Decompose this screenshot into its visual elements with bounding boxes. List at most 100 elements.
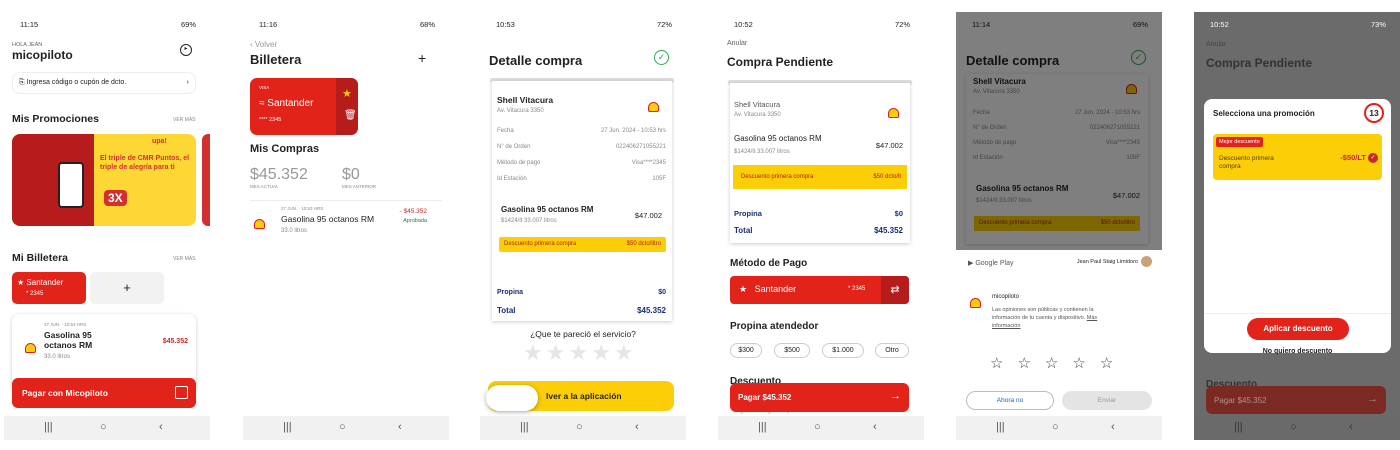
favorite-star-icon[interactable]: ★ bbox=[342, 87, 352, 100]
star-icon[interactable]: ☆ bbox=[1072, 354, 1085, 372]
receipt: Shell Vitacura Av. Vitacura 3350 Fecha 27… bbox=[492, 81, 672, 321]
check-circle-icon: ✓ bbox=[654, 50, 669, 65]
tip-label: Propina bbox=[497, 289, 524, 296]
wallet-card[interactable]: ★ Santander * 2345 bbox=[12, 272, 86, 304]
floating-toggle[interactable] bbox=[486, 385, 538, 411]
divider bbox=[250, 200, 442, 201]
overlay-scrim[interactable] bbox=[956, 12, 1162, 250]
shell-logo-icon bbox=[888, 105, 899, 123]
santander-card[interactable]: VISA ≈ Santander **** 2345 ★ 🗑 bbox=[250, 78, 358, 135]
promos-title: Mis Promociones bbox=[12, 113, 99, 125]
station-address: Av. Vitacura 3350 bbox=[497, 108, 544, 114]
product-price: $47.002 bbox=[634, 211, 662, 220]
payment-card[interactable]: ★ Santander * 2345 ⇄ bbox=[730, 276, 909, 304]
shell-logo-icon bbox=[254, 216, 265, 234]
coupon-input[interactable]: ⎘ Ingresa código o cupón de dcto. › bbox=[12, 72, 196, 94]
recent-apps-icon[interactable]: ||| bbox=[996, 421, 1005, 433]
card-number: * 2345 bbox=[26, 291, 44, 297]
home-icon[interactable]: ○ bbox=[339, 421, 346, 433]
home-icon[interactable]: ○ bbox=[100, 421, 107, 433]
tip-chip[interactable]: Otro bbox=[875, 343, 909, 358]
tip-value: $0 bbox=[658, 289, 666, 296]
cancel-link[interactable]: Anular bbox=[727, 40, 747, 47]
chevron-right-icon: › bbox=[186, 79, 189, 86]
product-price: $47.002 bbox=[875, 141, 903, 150]
amount-current: $45.352 bbox=[250, 166, 308, 183]
star-icon[interactable]: ☆ bbox=[1100, 354, 1113, 372]
promo-banner[interactable]: El triple de CMR Puntos, el triple de al… bbox=[12, 134, 196, 226]
promos-see-more[interactable]: VER MÁS bbox=[173, 117, 196, 123]
apply-discount-button[interactable]: Aplicar descuento bbox=[1247, 318, 1349, 340]
pay-button[interactable]: Pagar $45.352 → bbox=[1206, 386, 1386, 414]
back-icon[interactable]: ‹ bbox=[159, 421, 163, 433]
home-icon[interactable]: ○ bbox=[1290, 421, 1297, 433]
star-icon[interactable]: ★ bbox=[591, 340, 611, 366]
trash-icon[interactable]: 🗑 bbox=[344, 110, 357, 121]
back-icon[interactable]: ‹ bbox=[398, 421, 402, 433]
pay-button[interactable]: Pagar con Micopiloto bbox=[12, 378, 196, 408]
recent-apps-icon[interactable]: ||| bbox=[1234, 421, 1243, 433]
tip-chip[interactable]: $1.000 bbox=[822, 343, 864, 358]
label-current: MES ACTUAL bbox=[250, 184, 279, 189]
app-name: micopiloto bbox=[992, 294, 1020, 300]
transaction-row[interactable]: 27 JUN. · 10:53 HRS Gasolina 95 octanos … bbox=[243, 202, 449, 242]
nav-bar: ||| ○ ‹ bbox=[718, 416, 924, 440]
recent-apps-icon[interactable]: ||| bbox=[283, 421, 292, 433]
station-name: Shell Vitacura bbox=[734, 100, 781, 109]
screen-pending-purchase: 10:52 72% Anular Compra Pendiente Shell V… bbox=[718, 12, 924, 440]
card-number: * 2345 bbox=[848, 286, 866, 292]
settings-icon[interactable]: ▸ bbox=[180, 44, 192, 56]
user-avatar bbox=[1141, 256, 1152, 267]
card-bank: ★ Santander bbox=[17, 278, 64, 287]
row-label-payment: Método de pago bbox=[497, 160, 541, 166]
star-icon[interactable]: ★ bbox=[523, 340, 543, 366]
recent-apps-icon[interactable]: ||| bbox=[44, 421, 53, 433]
discount-banner: Descuento primera compra$50 dcto/litro bbox=[499, 237, 666, 252]
home-icon[interactable]: ○ bbox=[1052, 421, 1059, 433]
rating-stars[interactable]: ☆ ☆ ☆ ☆ ☆ bbox=[990, 354, 1127, 373]
star-icon[interactable]: ★ bbox=[614, 340, 634, 366]
send-button[interactable]: Enviar bbox=[1062, 391, 1152, 410]
star-icon[interactable]: ★ bbox=[568, 340, 588, 366]
receipt: Shell Vitacura Av. Vitacura 3350 Gasolin… bbox=[730, 83, 910, 243]
total-value: $45.352 bbox=[637, 306, 666, 315]
back-link[interactable]: ‹ Volver bbox=[250, 40, 277, 49]
not-now-button[interactable]: Ahora no bbox=[966, 391, 1054, 410]
back-icon[interactable]: ‹ bbox=[1349, 421, 1353, 433]
cancel-link[interactable]: Anular bbox=[1206, 41, 1226, 48]
user-name: Jean Paul Staig Limidoro bbox=[1076, 259, 1138, 265]
rating-stars[interactable]: ★ ★ ★ ★ ★ bbox=[523, 340, 637, 366]
add-card-button[interactable]: + bbox=[90, 272, 164, 304]
recent-apps-icon[interactable]: ||| bbox=[758, 421, 767, 433]
recent-apps-icon[interactable]: ||| bbox=[520, 421, 529, 433]
home-icon[interactable]: ○ bbox=[814, 421, 821, 433]
back-icon[interactable]: ‹ bbox=[635, 421, 639, 433]
promotion-option[interactable]: Mejor descuento Descuento primera compra… bbox=[1213, 134, 1382, 180]
back-icon[interactable]: ‹ bbox=[873, 421, 877, 433]
row-value-payment: Visa****2345 bbox=[631, 160, 666, 166]
star-icon[interactable]: ☆ bbox=[1017, 354, 1030, 372]
star-icon[interactable]: ★ bbox=[546, 340, 566, 366]
review-notice: Las opiniones son públicas y contienen l… bbox=[992, 307, 1098, 329]
no-discount-link[interactable]: No quiero descuento bbox=[1204, 348, 1391, 355]
add-icon[interactable]: + bbox=[418, 50, 426, 66]
tip-chip[interactable]: $300 bbox=[730, 343, 762, 358]
star-icon[interactable]: ☆ bbox=[990, 354, 1003, 372]
tx-title: Gasolina 95 octanos RM bbox=[281, 214, 375, 224]
home-icon[interactable]: ○ bbox=[576, 421, 583, 433]
wallet-see-more[interactable]: VER MÁS bbox=[173, 256, 196, 262]
pay-button[interactable]: Pagar $45.352 → bbox=[730, 383, 909, 412]
page-title: Compra Pendiente bbox=[1206, 56, 1313, 70]
promo-name: Descuento primera compra bbox=[1219, 155, 1274, 170]
promo-banner-next[interactable] bbox=[202, 134, 210, 226]
arrow-right-icon: → bbox=[1367, 393, 1378, 405]
back-icon[interactable]: ‹ bbox=[1111, 421, 1115, 433]
star-icon[interactable]: ☆ bbox=[1045, 354, 1058, 372]
row-value-date: 27 Jun. 2024 - 10:53 hrs bbox=[600, 128, 666, 134]
swap-icon[interactable]: ⇄ bbox=[881, 276, 909, 304]
station-address: Av. Vitacura 3350 bbox=[734, 112, 781, 118]
rating-question: ¿Que te pareció el servicio? bbox=[530, 329, 636, 339]
tip-chip[interactable]: $500 bbox=[774, 343, 810, 358]
total-label: Total bbox=[734, 226, 753, 235]
check-circle-icon: ✓ bbox=[1368, 153, 1378, 163]
